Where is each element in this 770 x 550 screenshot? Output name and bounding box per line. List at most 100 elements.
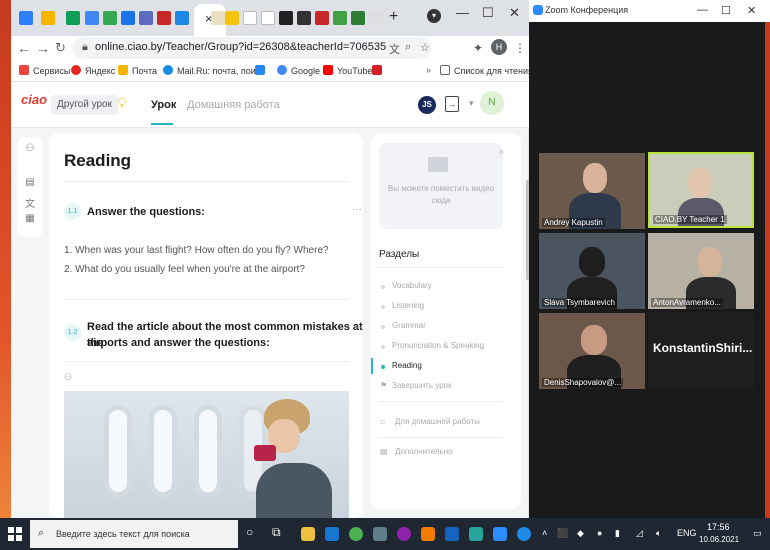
volume-icon[interactable]: 🔈︎ (656, 528, 661, 539)
extra-link[interactable]: Дополнительно (395, 447, 453, 456)
tab-favicon[interactable] (261, 11, 275, 25)
maximize-button[interactable]: ☐ (721, 4, 731, 17)
tab-favicon[interactable] (315, 11, 329, 25)
people-icon[interactable]: ⚇ (24, 143, 36, 155)
user-badge[interactable]: JS (418, 96, 436, 114)
tab-favicon[interactable] (369, 11, 383, 25)
reload-icon[interactable]: ↻ (55, 40, 66, 56)
new-tab-button[interactable]: + (389, 8, 398, 26)
app-icon[interactable] (421, 527, 435, 541)
video-tile[interactable]: DenisShapovalov@... (539, 313, 645, 389)
section-item[interactable]: Grammar (392, 321, 426, 330)
translate-icon[interactable]: 文 (24, 195, 36, 210)
profile-avatar[interactable]: H (491, 39, 507, 55)
language-indicator[interactable]: ENG (677, 528, 697, 538)
minimize-button[interactable]: — (456, 5, 469, 20)
tab-favicon[interactable] (225, 11, 239, 25)
tab-favicon[interactable] (243, 11, 257, 25)
menu-icon[interactable]: ⋮ (514, 41, 526, 55)
app-icon[interactable] (373, 527, 387, 541)
section-item[interactable]: Pronunciation & Speaking (392, 341, 484, 350)
tray-chevron-icon[interactable]: ˄ (542, 528, 547, 538)
taskbar-search[interactable]: ⌕ Введите здесь текст для поиска (30, 520, 238, 548)
tab-lesson[interactable]: Урок (151, 99, 176, 111)
section-item-active[interactable]: Reading (392, 361, 422, 370)
lightbulb-icon[interactable]: 💡︎ (117, 95, 127, 112)
tab-favicon[interactable] (279, 11, 293, 25)
bookmark-mailru[interactable]: Mail.Ru: почта, пои... (163, 65, 263, 76)
more-options-icon[interactable]: ··· (352, 204, 362, 215)
maximize-button[interactable]: ☐ (482, 5, 494, 21)
tray-icon[interactable]: ▮ (615, 528, 620, 539)
app-icon[interactable] (469, 527, 483, 541)
tab-favicon[interactable] (175, 11, 189, 25)
video-tile[interactable]: AntonAvramenko... (648, 233, 754, 309)
bookmark-mail[interactable]: Почта (118, 65, 157, 76)
clock-time[interactable]: 17:56 (707, 522, 730, 532)
mail-icon[interactable] (325, 527, 339, 541)
clock-date[interactable]: 10.06.2021 (699, 535, 739, 544)
back-icon[interactable]: ← (17, 40, 31, 56)
network-icon[interactable]: ◿ (636, 528, 643, 539)
forward-icon[interactable]: → (36, 40, 50, 56)
bookmark-yandex[interactable]: Яндекс (71, 65, 115, 76)
tab-favicon[interactable] (103, 11, 117, 25)
help-icon[interactable] (517, 527, 531, 541)
bookmark-google[interactable]: Google (277, 65, 320, 76)
minimize-button[interactable]: — (697, 4, 708, 16)
tab-favicon[interactable] (297, 11, 311, 25)
tab-favicon[interactable] (121, 11, 135, 25)
bookmark-apps[interactable]: Сервисы (19, 65, 70, 76)
other-lesson-button[interactable]: Другой урок (51, 95, 118, 115)
tab-favicon[interactable] (157, 11, 171, 25)
extensions-icon[interactable]: ✦ (473, 41, 483, 55)
file-explorer-icon[interactable] (301, 527, 315, 541)
start-button[interactable] (8, 527, 22, 541)
section-item[interactable]: Listening (392, 301, 424, 310)
tab-favicon[interactable] (351, 11, 365, 25)
bookmark-unknown[interactable] (372, 65, 386, 76)
more-bookmarks[interactable]: » (426, 65, 431, 75)
lock-icon[interactable]: 🔒︎ (82, 41, 88, 54)
notes-icon[interactable]: ▦ (24, 213, 36, 225)
video-tile-active-speaker[interactable]: CIAO.BY Teacher 1 (648, 152, 754, 228)
more-options-icon[interactable]: ··· (352, 322, 362, 333)
bookmark-youtube[interactable]: YouTube (323, 65, 372, 76)
tab-favicon[interactable] (333, 11, 347, 25)
tab-favicon[interactable] (211, 11, 225, 25)
cortana-icon[interactable]: ○ (246, 525, 253, 539)
app-icon[interactable] (397, 527, 411, 541)
exit-icon[interactable]: → (445, 96, 459, 112)
tab-homework[interactable]: Домашняя работа (187, 99, 280, 111)
section-item[interactable]: Vocabulary (392, 281, 432, 290)
finish-lesson-link[interactable]: Завершить урок (392, 381, 452, 390)
video-tile[interactable]: Andrey Kapustin (539, 153, 645, 229)
reading-list[interactable]: Список для чтения (440, 65, 529, 76)
tray-icon[interactable]: ⬛ (557, 528, 568, 539)
collapse-icon[interactable]: ˄ (499, 148, 504, 157)
bookmark-vk[interactable] (255, 65, 269, 76)
zoom-icon[interactable] (493, 527, 507, 541)
chevron-down-icon[interactable]: ▾ (469, 98, 474, 109)
tray-icon[interactable]: ● (597, 528, 602, 538)
url-text[interactable]: online.ciao.by/Teacher/Group?id=26308&te… (95, 41, 386, 53)
video-placeholder[interactable]: Вы можете поместить видео сюда (379, 143, 503, 229)
ciao-logo[interactable]: ciao (21, 92, 47, 107)
avatar[interactable]: N (480, 91, 504, 115)
tab-favicon[interactable] (41, 11, 55, 25)
address-bar[interactable]: 🔒︎ online.ciao.by/Teacher/Group?id=26308… (73, 37, 431, 59)
chat-icon[interactable]: ▤ (24, 177, 36, 189)
tab-favicon[interactable] (66, 11, 80, 25)
close-window-button[interactable]: ✕ (747, 4, 756, 17)
task-view-icon[interactable]: ⧉ (272, 525, 281, 540)
chrome-icon[interactable] (349, 527, 363, 541)
tab-search-button[interactable]: ▾ (427, 9, 441, 23)
close-window-button[interactable]: ✕ (509, 5, 520, 21)
zoom-icon[interactable]: ⌕ (405, 41, 411, 54)
word-icon[interactable] (445, 527, 459, 541)
notifications-icon[interactable]: ▭ (753, 528, 762, 539)
video-tile[interactable]: KonstantinShiri... (648, 313, 754, 389)
homework-link[interactable]: Для домашней работы (395, 417, 480, 426)
bookmark-star-icon[interactable]: ☆ (420, 41, 430, 54)
tab-favicon[interactable] (139, 11, 153, 25)
